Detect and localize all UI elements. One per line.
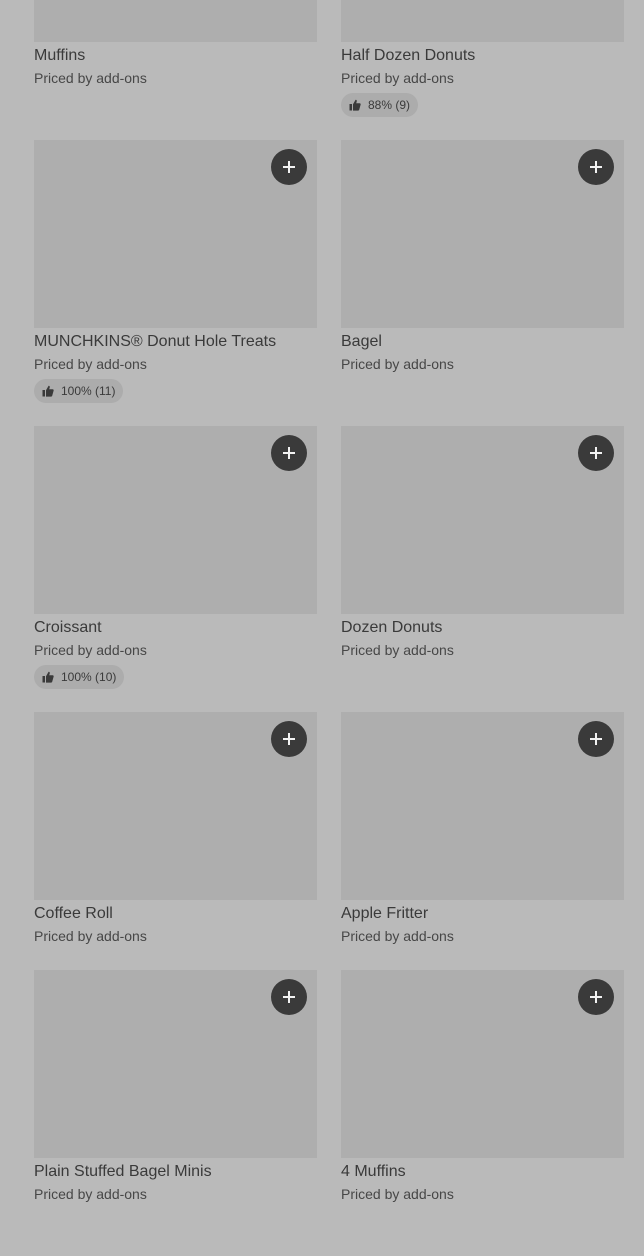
plus-icon [590, 447, 602, 459]
menu-item-title[interactable]: Coffee Roll [34, 904, 317, 924]
rating-text: 100% (10) [61, 670, 117, 684]
menu-item-card[interactable]: 4 Muffins Priced by add-ons [341, 970, 624, 1256]
thumbs-up-icon [349, 99, 361, 111]
menu-item-title[interactable]: Bagel [341, 332, 624, 352]
thumbs-up-icon [42, 671, 54, 683]
menu-item-image[interactable] [34, 970, 317, 1158]
menu-item-image[interactable] [341, 970, 624, 1158]
menu-item-title[interactable]: Croissant [34, 618, 317, 638]
add-item-button[interactable] [578, 979, 614, 1015]
menu-item-price: Priced by add-ons [34, 356, 147, 372]
plus-icon [590, 161, 602, 173]
menu-item-price: Priced by add-ons [341, 1186, 454, 1202]
menu-item-price: Priced by add-ons [341, 70, 454, 86]
menu-item-grid: Muffins Priced by add-ons Half Dozen Don… [34, 0, 624, 1256]
add-item-button[interactable] [578, 435, 614, 471]
menu-item-card[interactable]: Dozen Donuts Priced by add-ons [341, 426, 624, 712]
add-item-button[interactable] [271, 721, 307, 757]
menu-item-image[interactable] [34, 0, 317, 42]
menu-item-card[interactable]: Plain Stuffed Bagel Minis Priced by add-… [34, 970, 317, 1256]
menu-item-card[interactable]: MUNCHKINS® Donut Hole Treats Priced by a… [34, 140, 317, 426]
add-item-button[interactable] [271, 435, 307, 471]
add-item-button[interactable] [271, 979, 307, 1015]
menu-item-card[interactable]: Apple Fritter Priced by add-ons [341, 712, 624, 970]
thumbs-up-icon [42, 385, 54, 397]
rating-text: 100% (11) [61, 384, 116, 398]
add-item-button[interactable] [271, 149, 307, 185]
rating-badge: 100% (10) [34, 665, 125, 689]
menu-item-price: Priced by add-ons [34, 642, 147, 658]
menu-item-image[interactable] [34, 712, 317, 900]
menu-item-price: Priced by add-ons [34, 1186, 147, 1202]
plus-icon [590, 991, 602, 1003]
plus-icon [283, 161, 295, 173]
menu-item-price: Priced by add-ons [341, 356, 454, 372]
menu-item-price: Priced by add-ons [341, 928, 454, 944]
menu-item-title[interactable]: Half Dozen Donuts [341, 46, 624, 66]
menu-item-price: Priced by add-ons [34, 70, 147, 86]
menu-item-price: Priced by add-ons [341, 642, 454, 658]
menu-item-card[interactable]: Coffee Roll Priced by add-ons [34, 712, 317, 970]
menu-item-card[interactable]: Muffins Priced by add-ons [34, 0, 317, 140]
menu-item-image[interactable] [341, 426, 624, 614]
rating-badge: 100% (11) [34, 379, 124, 403]
menu-item-title[interactable]: MUNCHKINS® Donut Hole Treats [34, 332, 317, 352]
menu-item-price: Priced by add-ons [34, 928, 147, 944]
menu-item-title[interactable]: Apple Fritter [341, 904, 624, 924]
menu-item-image[interactable] [341, 712, 624, 900]
plus-icon [590, 733, 602, 745]
menu-item-image[interactable] [341, 140, 624, 328]
menu-item-image[interactable] [34, 426, 317, 614]
menu-item-card[interactable]: Bagel Priced by add-ons [341, 140, 624, 426]
rating-badge: 88% (9) [341, 93, 419, 117]
menu-item-image[interactable] [34, 140, 317, 328]
plus-icon [283, 447, 295, 459]
plus-icon [283, 733, 295, 745]
menu-item-title[interactable]: Dozen Donuts [341, 618, 624, 638]
menu-item-card[interactable]: Croissant Priced by add-ons 100% (10) [34, 426, 317, 712]
menu-item-card[interactable]: Half Dozen Donuts Priced by add-ons 88% … [341, 0, 624, 140]
menu-item-image[interactable] [341, 0, 624, 42]
menu-item-title[interactable]: 4 Muffins [341, 1162, 624, 1182]
menu-item-title[interactable]: Plain Stuffed Bagel Minis [34, 1162, 317, 1182]
add-item-button[interactable] [578, 721, 614, 757]
add-item-button[interactable] [578, 149, 614, 185]
menu-item-title[interactable]: Muffins [34, 46, 317, 66]
rating-text: 88% (9) [368, 98, 411, 112]
plus-icon [283, 991, 295, 1003]
